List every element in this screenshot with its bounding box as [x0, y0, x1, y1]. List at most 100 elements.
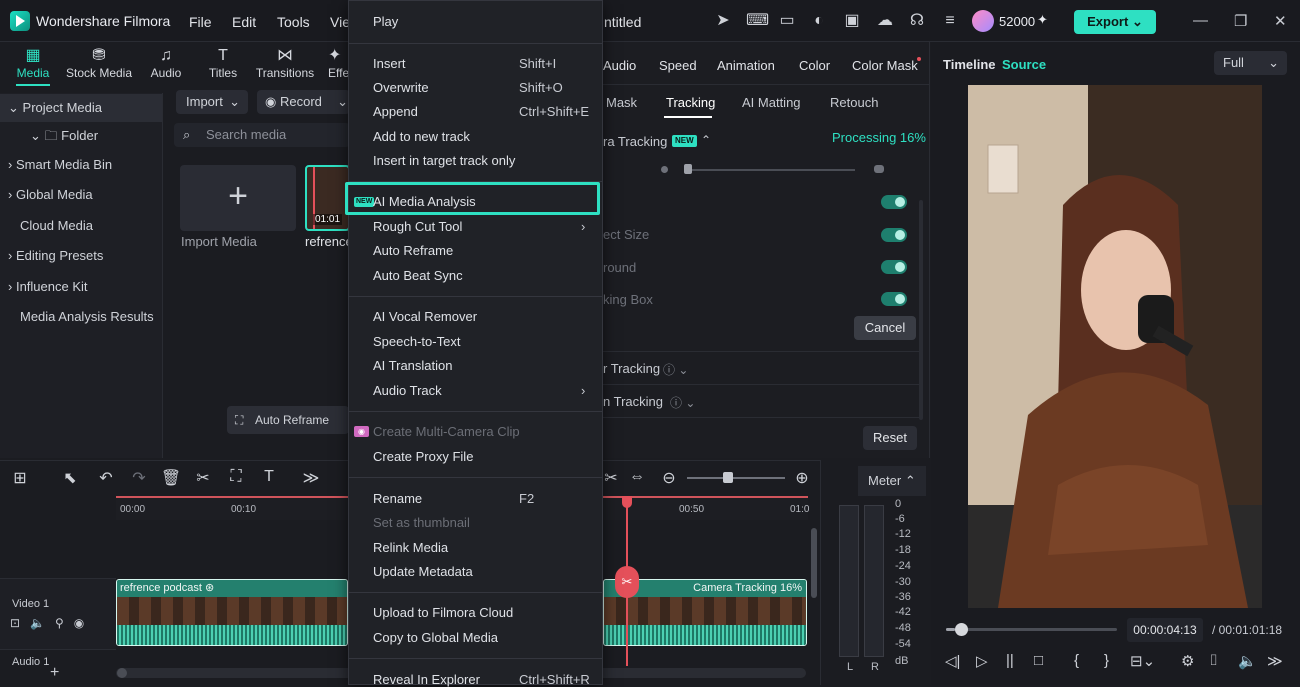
toggle-tracking-box[interactable] — [881, 292, 907, 306]
export-button[interactable]: Export ⌄ — [1074, 10, 1156, 34]
menu-item-copy-global-media[interactable]: Copy to Global Media — [373, 630, 498, 645]
play-icon[interactable]: ▷ — [976, 652, 988, 670]
prev-frame-icon[interactable]: ◁| — [945, 652, 960, 670]
tab-audio[interactable]: ♫ Audio — [148, 46, 184, 80]
toggle-object-size[interactable] — [881, 228, 907, 242]
quality-dropdown[interactable]: Full ⌄ — [1214, 51, 1287, 75]
menu-icon[interactable]: ≡ — [941, 12, 959, 30]
text-icon[interactable]: T — [258, 468, 280, 486]
scrollbar-handle[interactable] — [117, 668, 127, 678]
menu-item-auto-reframe[interactable]: Auto Reframe — [373, 243, 453, 258]
menu-tools[interactable]: Tools — [277, 14, 310, 30]
subtab-tracking[interactable]: Tracking — [666, 95, 715, 110]
crop-icon[interactable]: ⛶ — [225, 468, 247, 486]
media-thumbnail[interactable]: 01:01 — [305, 165, 350, 231]
zoom-slider-track[interactable] — [687, 477, 785, 479]
select-tool-icon[interactable]: ⬉ — [59, 468, 81, 488]
add-track-icon[interactable]: + — [50, 664, 59, 682]
sidebar-item-cloud-media[interactable]: Cloud Media — [0, 212, 162, 240]
redo-icon[interactable]: ↷ — [128, 468, 150, 488]
expand-icon[interactable]: ≫ — [1267, 652, 1283, 670]
player-progress-handle[interactable] — [954, 623, 968, 636]
tracks-scrollbar[interactable] — [811, 528, 817, 598]
fit-icon[interactable]: ⇔ — [626, 468, 648, 486]
tracking-option-2[interactable]: n Tracking — [603, 394, 663, 409]
keyboard-icon[interactable]: ⌨ — [746, 12, 769, 30]
menu-item-ai-media-analysis[interactable]: AI Media Analysis — [373, 194, 476, 209]
menu-view[interactable]: Vie — [330, 14, 350, 30]
current-time[interactable]: 00:00:04:13 — [1127, 618, 1203, 642]
menu-item-create-proxy-file[interactable]: Create Proxy File — [373, 449, 473, 464]
import-dropdown[interactable]: Import ⌄ — [176, 90, 248, 114]
support-icon[interactable]: ☊ — [908, 12, 926, 30]
subtab-mask[interactable]: Mask — [606, 95, 637, 110]
reset-button[interactable]: Reset — [863, 426, 917, 450]
subtab-ai-matting[interactable]: AI Matting — [742, 95, 801, 110]
auto-reframe-button[interactable]: ⛶ Auto Reframe — [227, 406, 349, 434]
track-controls-icons[interactable]: ⊡🔈⚲◉ — [10, 616, 94, 630]
delete-icon[interactable]: 🗑 — [160, 468, 182, 488]
minimize-icon[interactable]: — — [1193, 12, 1208, 29]
video-preview[interactable] — [968, 85, 1262, 608]
save-icon[interactable]: ▣ — [843, 12, 861, 30]
insert-icon[interactable]: ⊟⌄ — [1130, 652, 1155, 670]
menu-item-ai-vocal-remover[interactable]: AI Vocal Remover — [373, 309, 477, 324]
sidebar-item-global-media[interactable]: › Global Media — [0, 181, 162, 209]
tracking-option-1[interactable]: r Tracking — [603, 361, 660, 376]
search-input[interactable]: Search media — [174, 123, 350, 147]
tab-color-mask[interactable]: Color Mask — [852, 58, 918, 73]
split-icon[interactable]: ✂ — [600, 468, 622, 488]
undo-icon[interactable]: ↶ — [95, 468, 117, 488]
sidebar-item-media-analysis-results[interactable]: Media Analysis Results — [0, 303, 162, 331]
import-media-card[interactable]: + — [180, 165, 296, 231]
menu-item-add-to-new-track[interactable]: Add to new track — [373, 129, 470, 144]
sidebar-item-editing-presets[interactable]: › Editing Presets — [0, 242, 162, 270]
menu-item-insert-target-track[interactable]: Insert in target track only — [373, 153, 515, 168]
menu-item-update-metadata[interactable]: Update Metadata — [373, 564, 473, 579]
layout-grid-icon[interactable]: ⊞ — [9, 468, 31, 488]
toggle-background[interactable] — [881, 260, 907, 274]
avatar[interactable] — [972, 10, 994, 32]
layout-icon[interactable]: ▭ — [778, 12, 796, 30]
subtab-retouch[interactable]: Retouch — [830, 95, 878, 110]
settings-icon[interactable]: ⚙ — [1181, 652, 1194, 670]
cloud-upload-icon[interactable]: ☁ — [876, 12, 894, 30]
tab-titles[interactable]: T Titles — [206, 46, 240, 80]
menu-item-auto-beat-sync[interactable]: Auto Beat Sync — [373, 268, 463, 283]
menu-item-insert[interactable]: Insert — [373, 56, 406, 71]
sidebar-item-influence-kit[interactable]: › Influence Kit — [0, 273, 162, 301]
menu-edit[interactable]: Edit — [232, 14, 256, 30]
sidebar-item-smart-media-bin[interactable]: › Smart Media Bin — [0, 151, 162, 179]
tab-audio-prop[interactable]: Audio — [603, 58, 636, 73]
mark-in-icon[interactable]: { — [1074, 652, 1079, 669]
sidebar-item-project-media[interactable]: ⌄ Project Media — [0, 94, 162, 122]
tracking-slider-handle[interactable] — [684, 164, 692, 174]
tab-transitions[interactable]: ⋈ Transitions — [255, 46, 315, 80]
help-icon[interactable]: ⓘ ⌄ — [663, 361, 688, 378]
sidebar-item-folder[interactable]: ⌄ 🗀 Folder — [0, 122, 162, 150]
menu-item-relink-media[interactable]: Relink Media — [373, 540, 448, 555]
menu-item-rough-cut-tool[interactable]: Rough Cut Tool — [373, 219, 462, 234]
tab-animation[interactable]: Animation — [717, 58, 775, 73]
chevron-up-icon[interactable]: ⌃ — [701, 133, 711, 147]
send-icon[interactable]: ➤ — [714, 12, 732, 30]
volume-icon[interactable]: 🔈 — [1238, 652, 1257, 670]
close-icon[interactable]: ✕ — [1274, 12, 1287, 30]
menu-item-audio-track[interactable]: Audio Track — [373, 383, 442, 398]
restore-icon[interactable]: ❐ — [1234, 12, 1247, 30]
mark-out-icon[interactable]: } — [1104, 652, 1109, 669]
menu-item-play[interactable]: Play — [373, 14, 398, 29]
more-icon[interactable]: ≫ — [300, 468, 322, 488]
menu-item-ai-translation[interactable]: AI Translation — [373, 358, 453, 373]
menu-item-append[interactable]: Append — [373, 104, 418, 119]
tracking-slider-track[interactable] — [685, 169, 855, 171]
scissors-icon[interactable]: ✂ — [615, 566, 639, 598]
video-clip-left[interactable]: refrence podcast ⊛ — [116, 579, 348, 646]
properties-scrollbar[interactable] — [919, 200, 923, 420]
menu-file[interactable]: File — [189, 14, 212, 30]
stop-icon[interactable]: □ — [1034, 652, 1043, 669]
playhead-handle[interactable] — [622, 496, 632, 508]
tab-color[interactable]: Color — [799, 58, 830, 73]
menu-item-upload-filmora-cloud[interactable]: Upload to Filmora Cloud — [373, 605, 513, 620]
cancel-button[interactable]: Cancel — [854, 316, 916, 340]
